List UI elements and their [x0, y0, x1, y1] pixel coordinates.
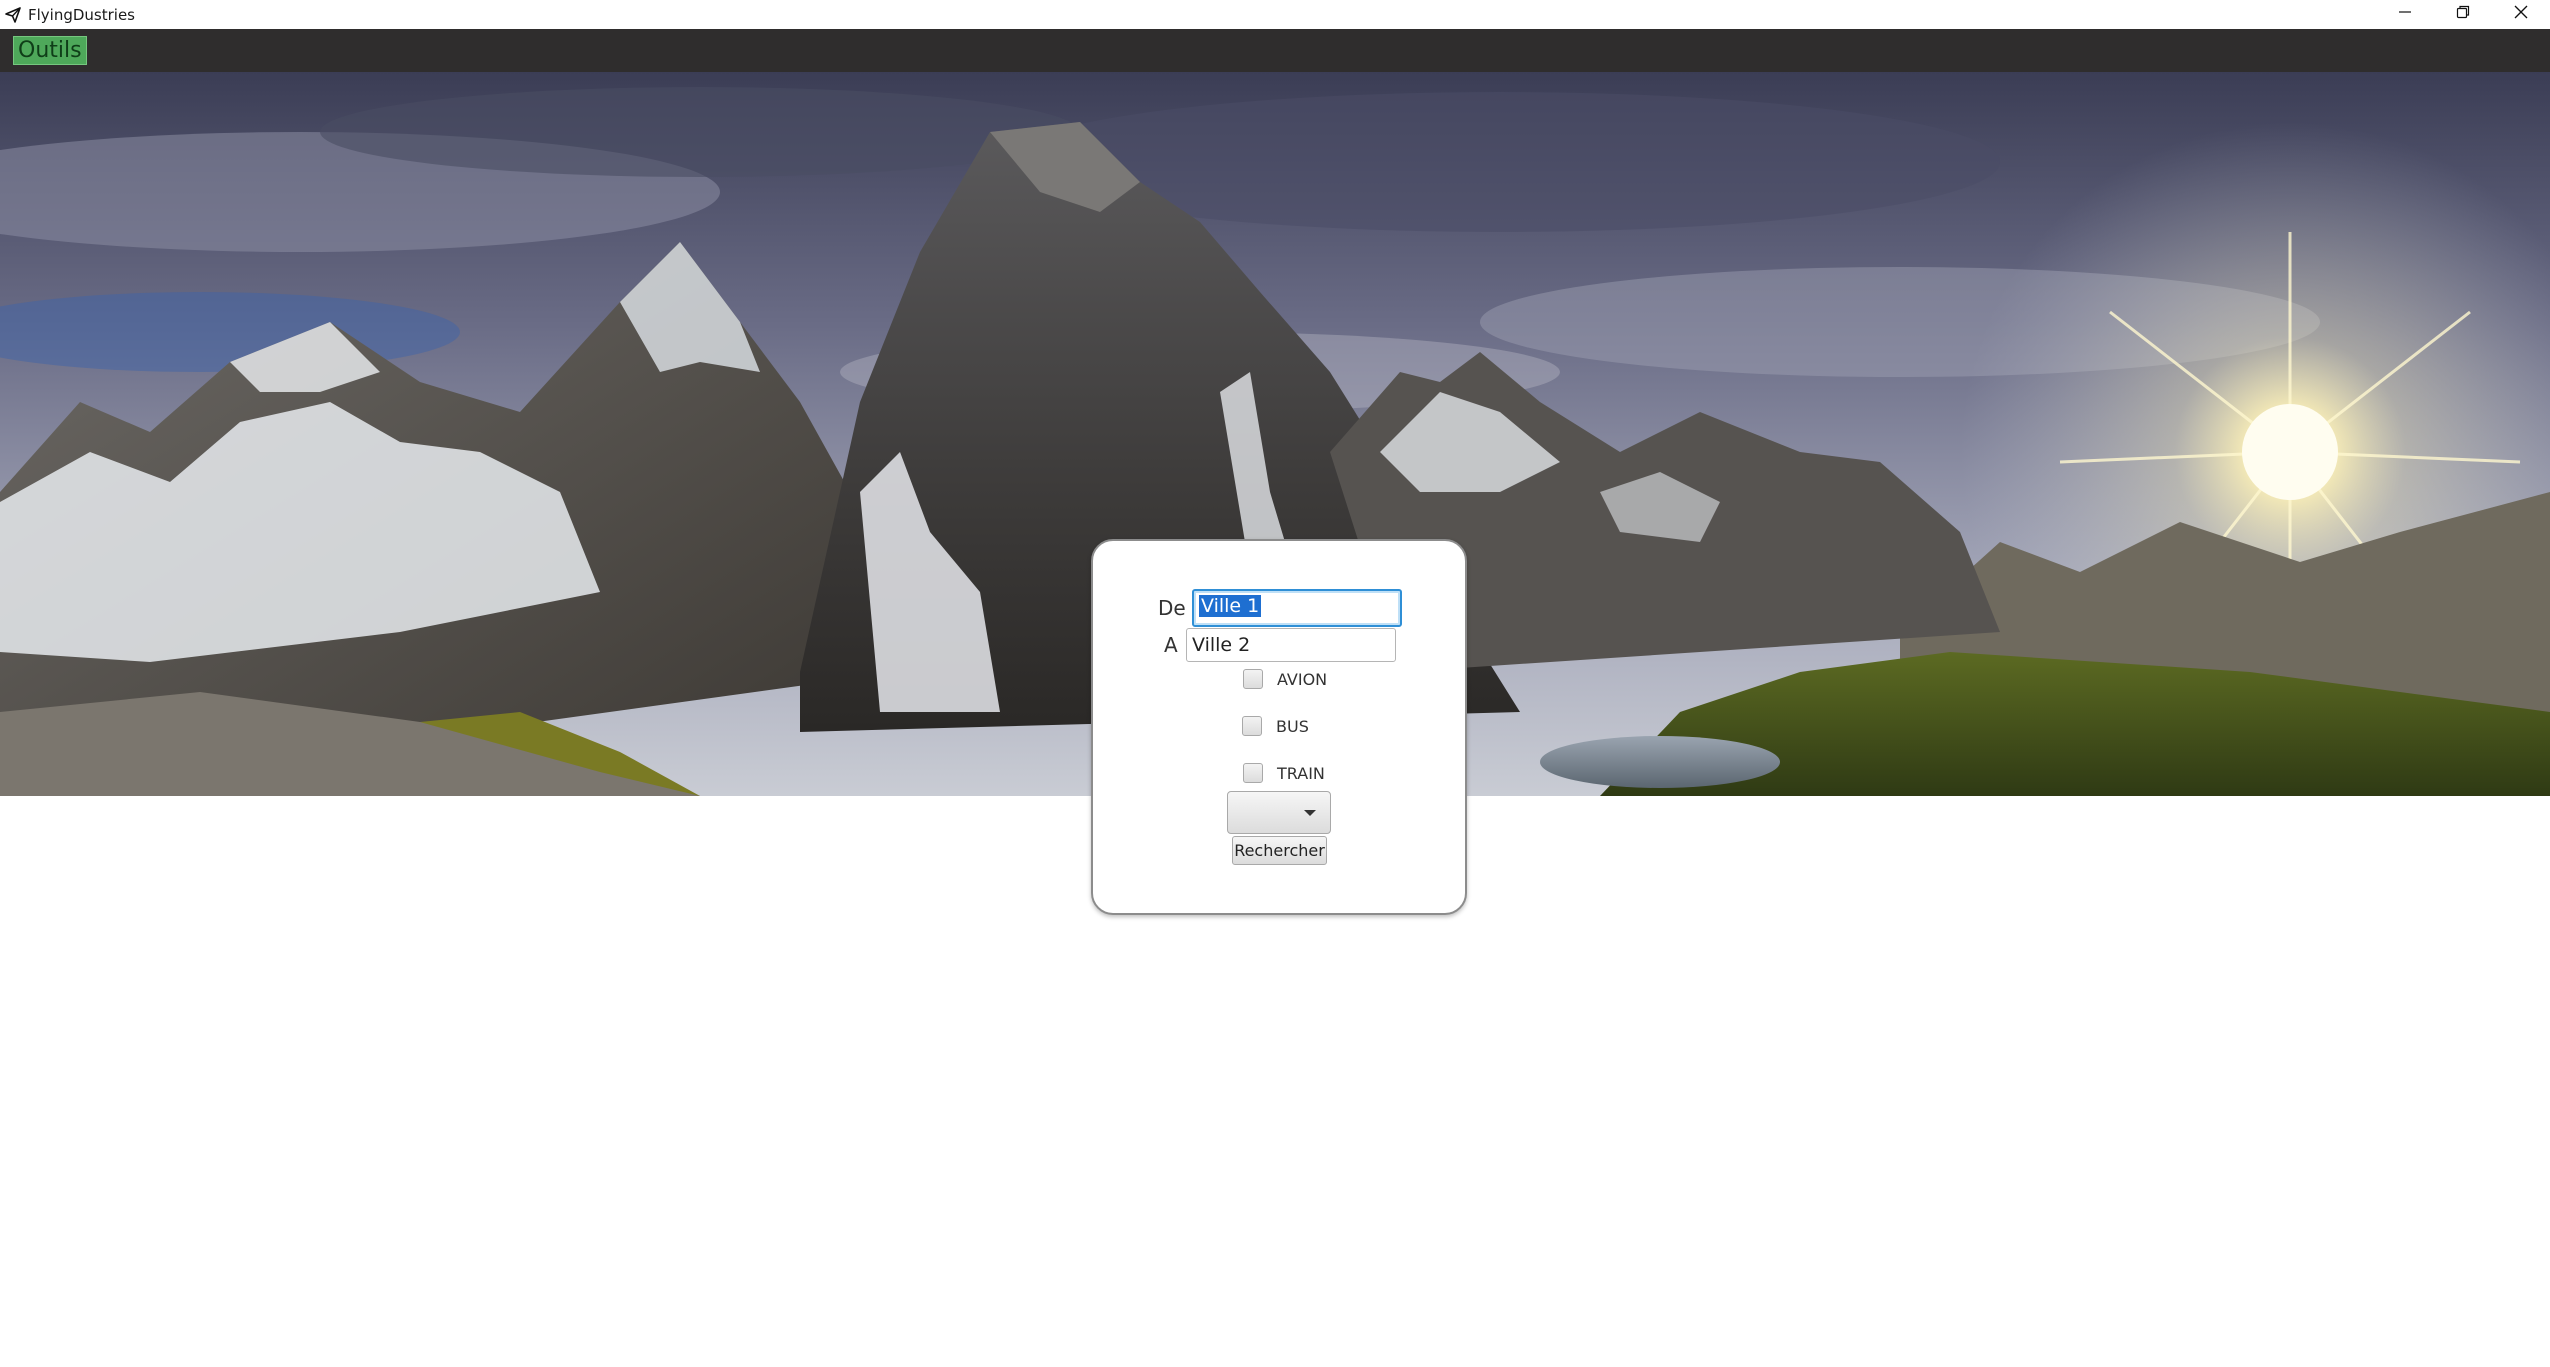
menu-outils[interactable]: Outils — [13, 36, 87, 65]
mode-avion[interactable]: AVION — [1243, 669, 1327, 689]
window-title: FlyingDustries — [28, 5, 135, 24]
search-button[interactable]: Rechercher — [1232, 836, 1327, 865]
window-controls — [2376, 0, 2550, 29]
mode-train[interactable]: TRAIN — [1243, 763, 1325, 783]
minimize-icon — [2398, 5, 2412, 24]
mode-bus[interactable]: BUS — [1242, 716, 1309, 736]
from-city-input[interactable]: Ville 1 — [1192, 589, 1402, 627]
restore-button[interactable] — [2434, 0, 2492, 29]
avion-checkbox[interactable] — [1243, 669, 1263, 689]
options-dropdown[interactable] — [1227, 791, 1331, 834]
search-panel: De : Ville 1 A : Ville 2 AVION BUS TRAIN… — [1091, 539, 1467, 915]
avion-label: AVION — [1277, 669, 1328, 689]
from-city-value: Ville 1 — [1199, 595, 1262, 617]
bus-label: BUS — [1276, 716, 1309, 736]
restore-icon — [2456, 5, 2470, 24]
train-label: TRAIN — [1277, 763, 1325, 783]
close-button[interactable] — [2492, 0, 2550, 29]
bus-checkbox[interactable] — [1242, 716, 1262, 736]
minimize-button[interactable] — [2376, 0, 2434, 29]
chevron-down-icon — [1304, 810, 1316, 816]
train-checkbox[interactable] — [1243, 763, 1263, 783]
title-bar: FlyingDustries — [0, 0, 2550, 29]
paper-plane-icon — [2, 4, 24, 26]
menu-bar: Outils — [0, 29, 2550, 72]
to-city-value: Ville 2 — [1192, 634, 1251, 656]
close-icon — [2514, 5, 2528, 24]
to-city-input[interactable]: Ville 2 — [1186, 628, 1396, 662]
